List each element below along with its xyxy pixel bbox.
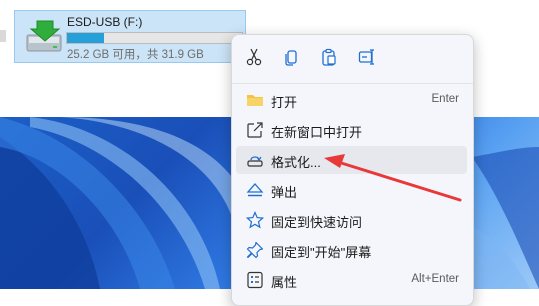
menu-item-label: 在新窗口中打开 [271, 125, 363, 140]
menu-item-shortcut: Enter [431, 93, 460, 105]
paste-button[interactable] [318, 46, 340, 68]
menu-item-format[interactable]: 格式化... [236, 146, 467, 174]
menu-toolbar [232, 35, 473, 79]
format-drive-icon [247, 156, 263, 167]
menu-item-label: 格式化... [271, 155, 321, 170]
scissors-icon [246, 48, 262, 66]
cut-button[interactable] [243, 46, 265, 68]
paste-icon [322, 48, 336, 66]
copy-button[interactable] [280, 46, 302, 68]
menu-item-eject[interactable]: 弹出 [236, 176, 467, 204]
drive-capacity-fill [67, 33, 104, 43]
menu-item-open[interactable]: 打开 Enter [236, 86, 467, 114]
eject-icon [246, 183, 264, 197]
menu-item-pin-quick-access[interactable]: 固定到快速访问 [236, 206, 467, 234]
menu-item-open-new-window[interactable]: 在新窗口中打开 [236, 116, 467, 144]
folder-icon [247, 95, 263, 106]
menu-item-label: 属性 [271, 275, 298, 290]
context-menu: 打开 Enter 在新窗口中打开 格式化... 弹出 固定到快速访问 固定到"开… [231, 34, 474, 306]
drive-space-text: 25.2 GB 可用，共 31.9 GB [67, 49, 204, 61]
menu-item-label: 固定到"开始"屏幕 [271, 245, 372, 260]
drive-name: ESD-USB (F:) [67, 15, 143, 29]
rename-icon [358, 49, 374, 65]
menu-separator [232, 83, 473, 84]
open-new-window-icon [247, 122, 263, 138]
adjacent-item-edge [0, 30, 6, 42]
menu-item-shortcut: Alt+Enter [411, 273, 459, 285]
star-icon [246, 211, 264, 229]
pin-icon [246, 241, 264, 259]
drive-capacity-bar [66, 32, 243, 44]
copy-icon [285, 50, 297, 66]
menu-item-label: 固定到快速访问 [271, 215, 363, 230]
menu-item-label: 打开 [271, 95, 298, 110]
usb-drive-tile[interactable]: ESD-USB (F:) 25.2 GB 可用，共 31.9 GB [14, 10, 246, 63]
menu-item-properties[interactable]: 属性 Alt+Enter [236, 266, 467, 294]
rename-button[interactable] [356, 46, 378, 68]
properties-icon [247, 271, 263, 289]
usb-drive-icon [23, 17, 65, 57]
menu-item-pin-start[interactable]: 固定到"开始"屏幕 [236, 236, 467, 264]
menu-item-label: 弹出 [271, 185, 298, 200]
